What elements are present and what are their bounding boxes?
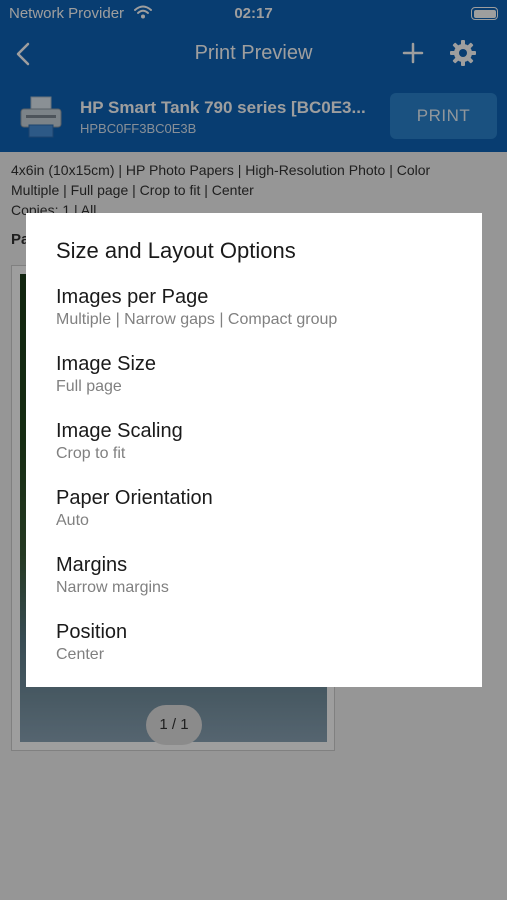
option-image-size[interactable]: Image Size Full page xyxy=(56,352,456,408)
option-paper-orientation[interactable]: Paper Orientation Auto xyxy=(56,486,456,542)
option-value: Center xyxy=(56,646,105,663)
option-value: Crop to fit xyxy=(56,445,126,462)
dialog-title: Size and Layout Options xyxy=(56,238,296,263)
option-value: Full page xyxy=(56,378,122,395)
option-position[interactable]: Position Center xyxy=(56,620,456,676)
option-value: Narrow margins xyxy=(56,579,169,596)
option-label: Image Scaling xyxy=(56,420,183,442)
option-images-per-page[interactable]: Images per Page Multiple | Narrow gaps |… xyxy=(56,285,456,341)
option-label: Images per Page xyxy=(56,286,209,308)
option-label: Margins xyxy=(56,554,128,576)
size-layout-dialog: Size and Layout Options Images per Page … xyxy=(26,213,482,687)
option-image-scaling[interactable]: Image Scaling Crop to fit xyxy=(56,419,456,475)
option-value: Multiple | Narrow gaps | Compact group xyxy=(56,311,338,328)
option-margins[interactable]: Margins Narrow margins xyxy=(56,553,456,609)
option-label: Position xyxy=(56,621,128,643)
option-value: Auto xyxy=(56,512,89,529)
option-label: Image Size xyxy=(56,353,157,375)
option-label: Paper Orientation xyxy=(56,487,213,509)
